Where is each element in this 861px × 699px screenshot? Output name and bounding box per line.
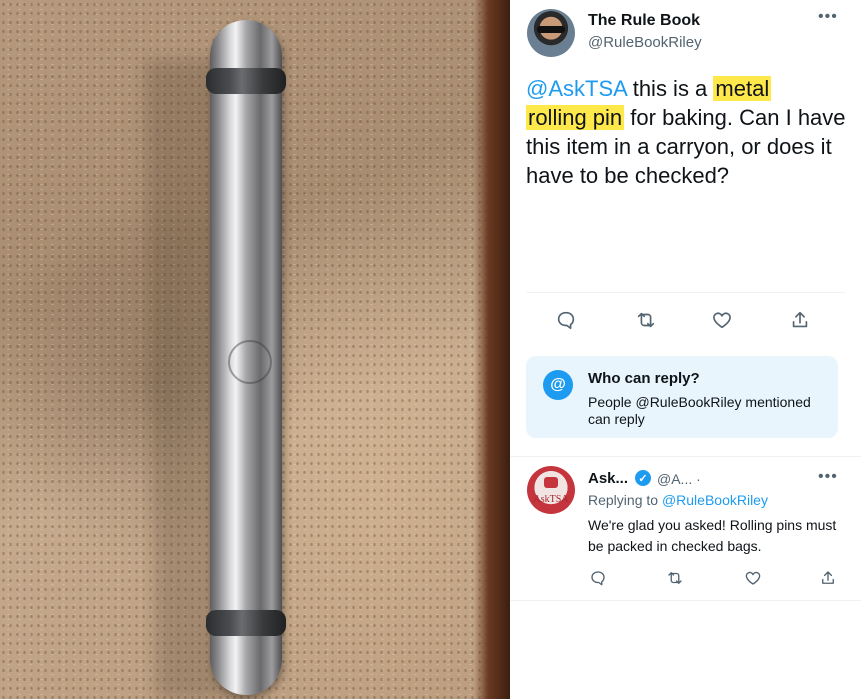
divider — [526, 292, 845, 293]
replying-to: Replying to @RuleBookRiley — [588, 492, 768, 508]
reply-icon[interactable] — [583, 563, 613, 593]
reply-actions — [510, 563, 861, 593]
sunglasses-icon — [537, 26, 565, 33]
author-name[interactable]: The Rule Book — [588, 12, 700, 30]
share-icon[interactable] — [813, 563, 843, 593]
who-can-reply-title: Who can reply? — [588, 370, 700, 387]
who-can-reply-box: @ Who can reply? People @RuleBookRiley m… — [526, 356, 838, 438]
reply-author-name[interactable]: Ask... — [588, 470, 628, 487]
reply-more-options-icon[interactable]: ••• — [818, 468, 838, 486]
like-icon[interactable] — [738, 563, 768, 593]
tweet-panel: The Rule Book @RuleBookRiley ••• @AskTSA… — [510, 0, 861, 699]
more-options-icon[interactable]: ••• — [818, 8, 838, 26]
avatar-label: AskTSA — [533, 494, 569, 505]
verified-badge-icon: ✓ — [635, 470, 651, 486]
wood-cabinet-edge — [474, 0, 510, 699]
engraved-logo — [228, 340, 272, 384]
who-can-reply-body: People @RuleBookRiley mentioned can repl… — [588, 394, 811, 427]
reply-text: We're glad you asked! Rolling pins must … — [588, 517, 837, 554]
highlighted-text: metal — [713, 76, 772, 101]
like-icon[interactable] — [707, 305, 737, 335]
share-icon[interactable] — [785, 305, 815, 335]
retweet-icon[interactable] — [660, 563, 690, 593]
reply-author-handle[interactable]: @A... · — [657, 471, 701, 487]
rubber-band-bottom — [206, 610, 286, 636]
rolling-pin-photo — [0, 0, 510, 699]
rubber-band-top — [206, 68, 286, 94]
tweet-text-part: this is a — [626, 76, 714, 101]
reply-icon[interactable] — [551, 305, 581, 335]
divider — [510, 600, 861, 601]
speech-bubble-icon — [544, 477, 558, 488]
author-avatar[interactable] — [527, 9, 575, 57]
replying-to-link[interactable]: @RuleBookRiley — [662, 492, 768, 508]
divider — [510, 456, 861, 457]
mention-link[interactable]: @AskTSA — [526, 76, 627, 101]
author-handle[interactable]: @RuleBookRiley — [588, 34, 702, 51]
tweet-text: @AskTSA this is a metal rolling pin for b… — [526, 74, 846, 190]
metal-rolling-pin — [206, 20, 286, 695]
reply-author-avatar[interactable]: AskTSA — [527, 466, 575, 514]
tweet-actions — [510, 305, 861, 335]
highlighted-text: rolling pin — [526, 105, 625, 130]
at-sign-icon: @ — [543, 370, 573, 400]
replying-prefix: Replying to — [588, 492, 662, 508]
retweet-icon[interactable] — [631, 305, 661, 335]
